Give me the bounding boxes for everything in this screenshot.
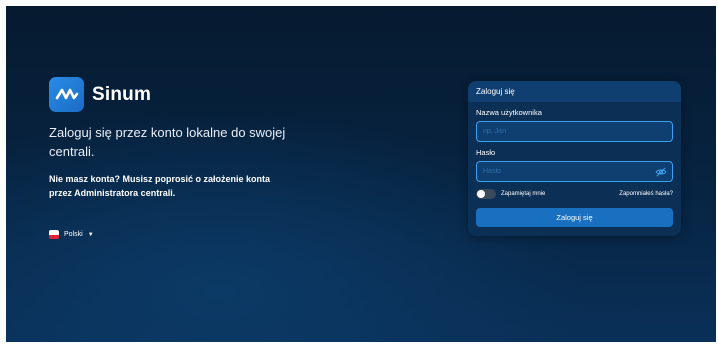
poland-flag-icon (49, 230, 59, 239)
language-selector[interactable]: Polski ▼ (49, 230, 94, 239)
toggle-knob (477, 190, 485, 198)
password-label: Hasło (476, 148, 496, 157)
username-input[interactable] (477, 122, 672, 141)
login-card-header: Zaloguj się (468, 81, 681, 102)
login-screen: Sinum Zaloguj się przez konto lokalne do… (6, 6, 716, 342)
sinum-logo-icon (49, 77, 84, 112)
password-input[interactable] (477, 162, 672, 181)
username-field-wrapper (476, 121, 673, 142)
remember-row: Zapamiętaj mnie Zapomniałeś hasła? (476, 188, 673, 200)
login-form: Nazwa użytkownika Hasło Zapamiętaj mnie … (468, 102, 681, 227)
login-button[interactable]: Zaloguj się (476, 208, 673, 227)
language-label: Polski (64, 231, 83, 238)
caret-down-icon: ▼ (87, 231, 94, 238)
brand: Sinum (49, 77, 151, 112)
remember-me-toggle[interactable] (476, 189, 496, 199)
intro-headline: Zaloguj się przez konto lokalne do swoje… (49, 125, 286, 159)
brand-name: Sinum (92, 83, 152, 105)
eye-slash-icon[interactable] (655, 166, 667, 178)
password-field-wrapper (476, 161, 673, 182)
username-label: Nazwa użytkownika (476, 108, 542, 117)
login-card: Zaloguj się Nazwa użytkownika Hasło Zapa… (468, 81, 681, 236)
forgot-password-link[interactable]: Zapomniałeś hasła? (619, 191, 673, 197)
remember-me: Zapamiętaj mnie (476, 189, 545, 199)
remember-me-label: Zapamiętaj mnie (501, 191, 546, 197)
no-account-notice: Nie masz konta? Musisz poprosić o założe… (49, 174, 271, 198)
